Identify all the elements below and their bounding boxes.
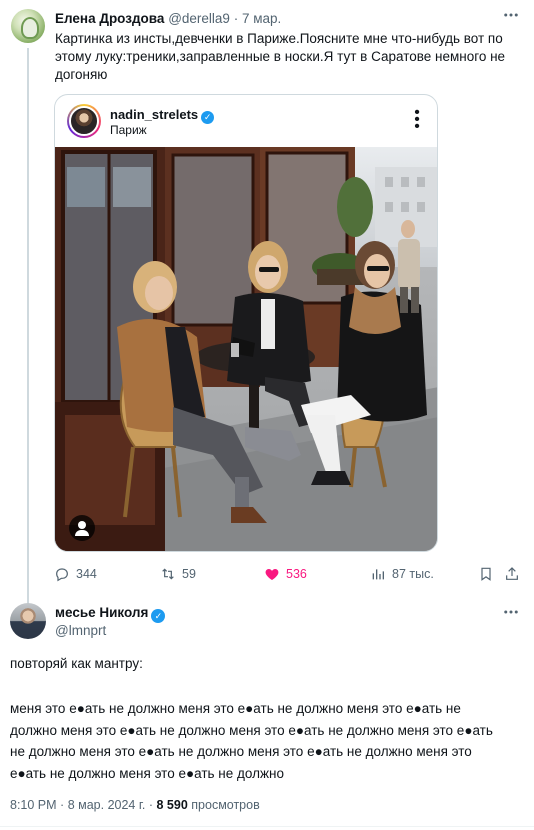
bookmark-icon (481, 567, 491, 581)
tweet-text-line: повторяй как мантру: (10, 656, 143, 671)
tweet-actions: 344 59 536 87 тыс. (54, 563, 522, 585)
author-handle[interactable]: @lmnprt (55, 623, 106, 638)
retweet-count: 59 (182, 567, 196, 581)
post-photo[interactable] (55, 147, 437, 551)
retweet-icon (162, 568, 174, 580)
verified-icon: ✓ (151, 609, 166, 623)
like-count: 536 (286, 567, 307, 581)
author-avatar[interactable] (11, 9, 45, 43)
tweet-text: Картинка из инсты,девченки в Париже.Пояс… (55, 31, 506, 82)
author-name-text: месье Николя (55, 605, 149, 620)
instagram-location[interactable]: Париж (110, 123, 147, 137)
paris-cafe-photo (55, 147, 437, 551)
more-icon[interactable]: • • • (411, 105, 423, 135)
separator-dot: · (60, 798, 65, 812)
separator-dot: · (148, 798, 154, 812)
tweet-text: меня это е●ать не должно меня это е●ать … (10, 701, 493, 781)
author-name[interactable]: Елена Дроздова (55, 11, 164, 26)
author-name[interactable]: месье Николя ✓ (55, 605, 166, 623)
tweet-date[interactable]: 7 мар. (242, 11, 281, 26)
share-icon (506, 567, 518, 580)
like-button[interactable]: 536 (264, 565, 307, 583)
more-icon[interactable] (500, 6, 522, 26)
divider (0, 826, 534, 827)
tag-people-icon[interactable] (69, 515, 95, 541)
author-handle[interactable]: @derella9 (168, 11, 230, 26)
views-icon (372, 569, 384, 580)
thread-line (27, 48, 29, 608)
views-count: 87 тыс. (392, 567, 434, 581)
verified-icon: ✓ (201, 111, 215, 124)
reply-icon (56, 568, 68, 582)
author-avatar[interactable] (10, 603, 46, 639)
instagram-embed[interactable]: nadin_strelets ✓ Париж • • • (54, 94, 438, 552)
reply-count: 344 (76, 567, 97, 581)
share-button[interactable] (504, 565, 520, 583)
separator-dot: · (233, 11, 239, 26)
tweet-time[interactable]: 8:10 PM (10, 798, 57, 812)
views-button[interactable]: 87 тыс. (370, 565, 434, 583)
views-count: 8 590 (156, 798, 188, 812)
instagram-username[interactable]: nadin_strelets ✓ (110, 107, 215, 124)
bookmark-button[interactable] (478, 565, 494, 583)
like-icon (265, 569, 279, 580)
tweet-date[interactable]: 8 мар. 2024 г. (68, 798, 146, 812)
retweet-button[interactable]: 59 (160, 565, 196, 583)
tweet-meta: 8:10 PM · 8 мар. 2024 г. · 8 590 просмот… (10, 798, 260, 812)
more-icon[interactable] (500, 603, 522, 623)
tweet-header: Елена Дроздова @derella9 · 7 мар. (55, 10, 281, 27)
views-label: просмотров (191, 798, 260, 812)
tweet-1[interactable]: Елена Дроздова @derella9 · 7 мар. Картин… (0, 0, 534, 608)
instagram-avatar[interactable] (67, 104, 101, 138)
instagram-username-text: nadin_strelets (110, 107, 199, 122)
reply-button[interactable]: 344 (54, 565, 97, 583)
